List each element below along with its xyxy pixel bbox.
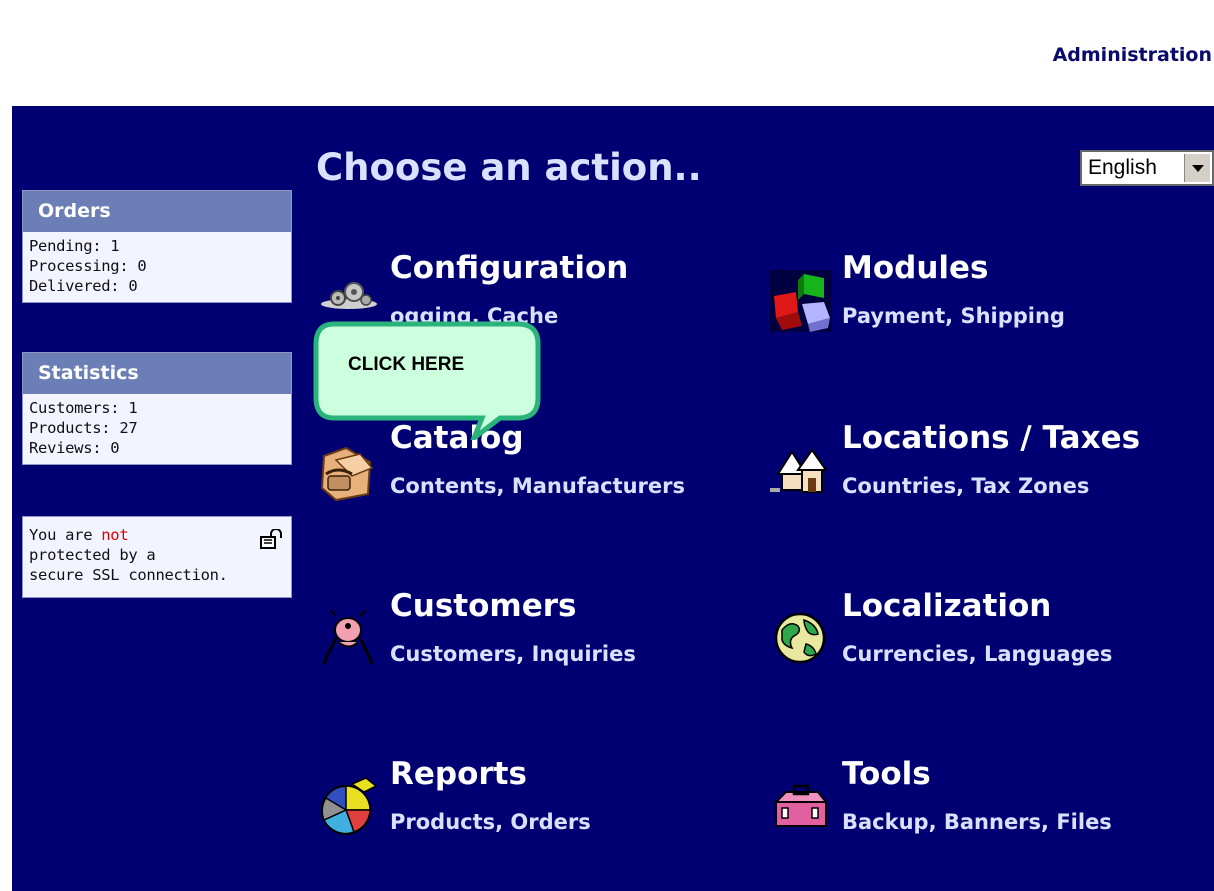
speech-bubble-shape: [313, 321, 541, 446]
toolbox-icon[interactable]: [768, 774, 834, 840]
pie-chart-icon[interactable]: [316, 774, 382, 840]
main-panel: Orders Pending: 1 Processing: 0 Delivere…: [12, 106, 1214, 891]
unlocked-padlock-icon: [260, 529, 282, 549]
action-localization-title[interactable]: Localization: [842, 588, 1051, 624]
page-title: Choose an action..: [316, 146, 702, 189]
orders-pending[interactable]: Pending: 1: [29, 236, 285, 256]
action-customers-subtitle[interactable]: Customers, Inquiries: [390, 642, 636, 666]
action-configuration-title[interactable]: Configuration: [390, 250, 628, 286]
folder-phone-icon[interactable]: [316, 438, 382, 504]
action-modules-subtitle[interactable]: Payment, Shipping: [842, 304, 1065, 328]
action-catalog-subtitle[interactable]: Contents, Manufacturers: [390, 474, 685, 498]
top-bar: Administration: [0, 0, 1214, 106]
orders-delivered[interactable]: Delivered: 0: [29, 276, 285, 296]
statistics-box-title: Statistics: [23, 353, 291, 394]
ssl-text-2: protected by a: [29, 546, 156, 564]
customer-figure-icon[interactable]: [316, 606, 382, 672]
ssl-notice: You are not protected by a secure SSL co…: [22, 516, 292, 598]
statistics-box-body: Customers: 1 Products: 27 Reviews: 0: [23, 394, 291, 464]
language-select[interactable]: English: [1080, 150, 1214, 186]
stat-reviews: Reviews: 0: [29, 439, 120, 457]
click-here-tooltip: CLICK HERE: [312, 320, 542, 446]
administration-link[interactable]: Administration: [1053, 44, 1212, 66]
ssl-text-3: secure SSL connection.: [29, 566, 228, 584]
action-tools-title[interactable]: Tools: [842, 756, 931, 792]
ssl-not-text: not: [101, 526, 129, 544]
houses-icon[interactable]: [768, 438, 834, 504]
action-locations-taxes-subtitle[interactable]: Countries, Tax Zones: [842, 474, 1089, 498]
blocks-icon[interactable]: [768, 268, 834, 334]
action-reports-subtitle[interactable]: Products, Orders: [390, 810, 591, 834]
action-customers-title[interactable]: Customers: [390, 588, 576, 624]
action-locations-taxes-title[interactable]: Locations / Taxes: [842, 420, 1140, 456]
action-reports-title[interactable]: Reports: [390, 756, 527, 792]
stat-products: Products: 27: [29, 419, 138, 437]
action-localization-subtitle[interactable]: Currencies, Languages: [842, 642, 1112, 666]
chevron-down-icon[interactable]: [1184, 154, 1210, 182]
action-modules-title[interactable]: Modules: [842, 250, 989, 286]
orders-box-body: Pending: 1 Processing: 0 Delivered: 0: [23, 232, 291, 302]
globe-icon[interactable]: [768, 606, 834, 672]
tooltip-text: CLICK HERE: [348, 354, 465, 375]
statistics-box: Statistics Customers: 1 Products: 27 Rev…: [22, 352, 292, 465]
ssl-text-1: You are: [29, 526, 102, 544]
orders-box-title: Orders: [23, 191, 291, 232]
orders-processing[interactable]: Processing: 0: [29, 256, 285, 276]
action-tools-subtitle[interactable]: Backup, Banners, Files: [842, 810, 1112, 834]
stat-customers: Customers: 1: [29, 399, 138, 417]
language-selected-value: English: [1088, 156, 1157, 179]
orders-box: Orders Pending: 1 Processing: 0 Delivere…: [22, 190, 292, 303]
